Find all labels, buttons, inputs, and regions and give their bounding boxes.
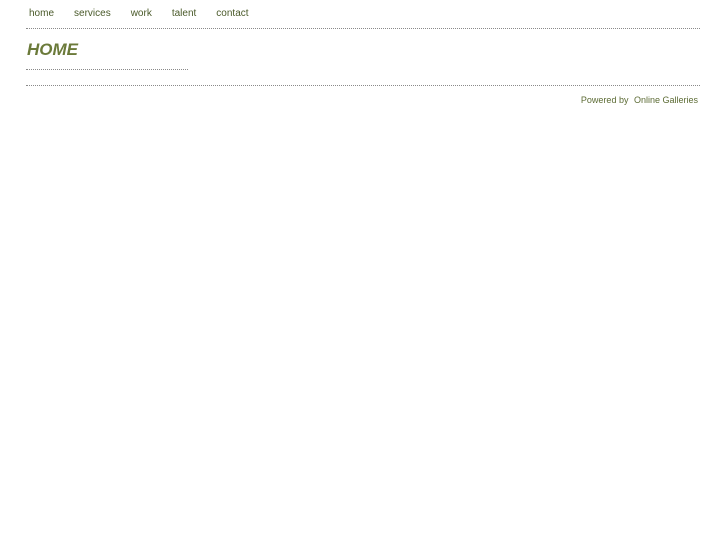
page-title: HOME xyxy=(27,40,78,59)
title-underline xyxy=(26,69,188,70)
nav-item-services[interactable]: services xyxy=(74,8,111,20)
top-nav: home services work talent contact xyxy=(29,8,249,20)
nav-item-home[interactable]: home xyxy=(29,8,54,20)
content-divider xyxy=(26,85,700,86)
online-galleries-link[interactable]: Online Galleries xyxy=(634,95,698,105)
nav-item-contact[interactable]: contact xyxy=(216,8,248,20)
nav-item-work[interactable]: work xyxy=(131,8,152,20)
header-divider xyxy=(26,28,700,29)
powered-by-label: Powered by xyxy=(580,95,629,105)
nav-item-talent[interactable]: talent xyxy=(172,8,196,20)
footer-credit: Powered by Online Galleries xyxy=(581,95,698,106)
page: home services work talent contact HOME P… xyxy=(0,0,727,545)
